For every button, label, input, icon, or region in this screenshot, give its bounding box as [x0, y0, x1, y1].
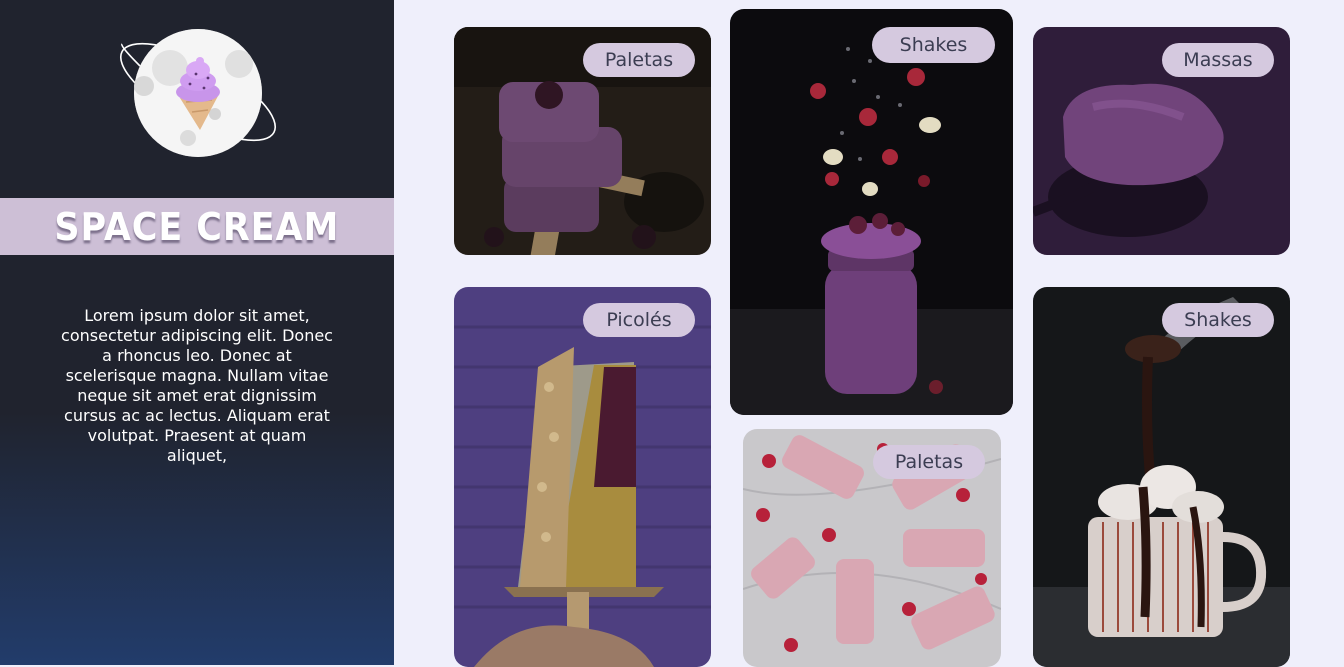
card-label: Paletas: [583, 43, 695, 77]
nut-topped-popsicle-photo: [454, 287, 711, 667]
intro-paragraph: Lorem ipsum dolor sit amet, consectetur …: [61, 306, 333, 465]
product-card-massas[interactable]: Massas: [1033, 27, 1290, 255]
product-card-paletas[interactable]: Paletas: [454, 27, 711, 255]
product-card-picoles[interactable]: Picolés: [454, 287, 711, 667]
product-card-shakes-2[interactable]: Shakes: [1033, 287, 1290, 667]
planet-ice-cream-logo-icon[interactable]: [112, 26, 284, 160]
card-label: Massas: [1162, 43, 1274, 77]
berry-shake-jar-photo: [730, 9, 1013, 415]
hot-chocolate-mug-photo: [1033, 287, 1290, 667]
sidebar: SPACE CREAM Lorem ipsum dolor sit amet, …: [0, 0, 394, 665]
card-label: Shakes: [872, 27, 995, 63]
brand-banner: SPACE CREAM: [0, 198, 394, 255]
card-label: Paletas: [873, 445, 985, 479]
brand-title: SPACE CREAM: [54, 204, 340, 249]
product-card-paletas-2[interactable]: Paletas: [743, 429, 1001, 667]
card-label: Shakes: [1162, 303, 1274, 337]
card-label: Picolés: [583, 303, 695, 337]
product-card-shakes[interactable]: Shakes: [730, 9, 1013, 415]
